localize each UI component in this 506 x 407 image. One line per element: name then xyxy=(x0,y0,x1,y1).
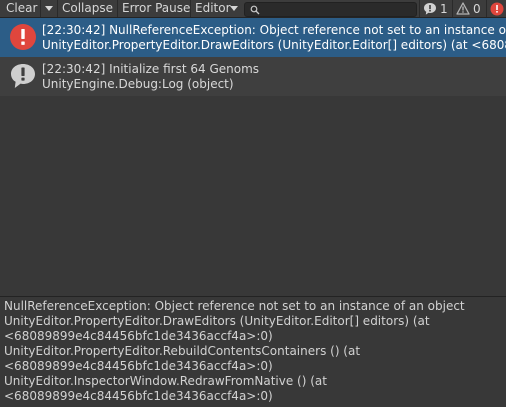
chevron-down-icon xyxy=(45,6,53,11)
editor-target-dropdown[interactable]: Editor xyxy=(191,0,241,17)
error-pause-button[interactable]: Error Pause xyxy=(118,0,194,17)
stacktrace-line: <68089899e4c84456bfc1de3436accf4a>:0) xyxy=(4,389,273,403)
log-entry-list[interactable]: [22:30:42] NullReferenceException: Objec… xyxy=(0,18,506,296)
warning-icon xyxy=(456,2,470,15)
toolbar-divider xyxy=(486,0,487,17)
log-entry-message: [22:30:42] Initialize first 64 Genoms xyxy=(42,62,260,76)
log-entry-stacktrace: UnityEditor.PropertyEditor.DrawEditors (… xyxy=(42,38,506,52)
search-input[interactable] xyxy=(263,3,413,16)
stacktrace-line: UnityEditor.InspectorWindow.RedrawFromNa… xyxy=(4,374,327,388)
stacktrace-line: <68089899e4c84456bfc1de3436accf4a>:0) xyxy=(4,359,273,373)
warning-count: 0 xyxy=(473,1,481,16)
stacktrace-line: <68089899e4c84456bfc1de3436accf4a>:0) xyxy=(4,329,273,343)
log-count: 1 xyxy=(440,1,448,16)
warning-count-toggle[interactable]: 0 xyxy=(456,0,481,17)
error-count-toggle[interactable] xyxy=(490,0,506,17)
log-entry-row[interactable]: [22:30:42] Initialize first 64 Genoms Un… xyxy=(0,57,506,96)
toolbar-divider xyxy=(452,0,453,17)
clear-options-dropdown[interactable] xyxy=(41,0,57,17)
error-icon xyxy=(10,24,36,50)
stacktrace-detail-panel: NullReferenceException: Object reference… xyxy=(0,297,506,407)
search-icon xyxy=(250,5,260,15)
console-toolbar: Clear Collapse Error Pause Editor 1 0 xyxy=(0,0,506,18)
log-entry-message: [22:30:42] NullReferenceException: Objec… xyxy=(42,23,506,37)
log-entry-stacktrace: UnityEngine.Debug:Log (object) xyxy=(42,77,234,91)
info-icon xyxy=(424,2,436,15)
clear-button[interactable]: Clear xyxy=(2,0,41,17)
console-window: Clear Collapse Error Pause Editor 1 0 [2… xyxy=(0,0,506,407)
stacktrace-line: UnityEditor.PropertyEditor.RebuildConten… xyxy=(4,344,361,358)
chevron-down-icon xyxy=(230,6,238,11)
stacktrace-line: NullReferenceException: Object reference… xyxy=(4,299,465,313)
search-field[interactable] xyxy=(244,2,417,17)
log-entry-row[interactable]: [22:30:42] NullReferenceException: Objec… xyxy=(0,18,506,57)
collapse-button[interactable]: Collapse xyxy=(58,0,117,17)
stacktrace-line: UnityEditor.PropertyEditor.DrawEditors (… xyxy=(4,314,430,328)
editor-target-label: Editor xyxy=(195,1,231,15)
error-icon xyxy=(490,2,504,15)
info-icon xyxy=(11,64,35,88)
log-count-toggle[interactable]: 1 xyxy=(423,0,448,17)
toolbar-divider xyxy=(419,0,420,17)
